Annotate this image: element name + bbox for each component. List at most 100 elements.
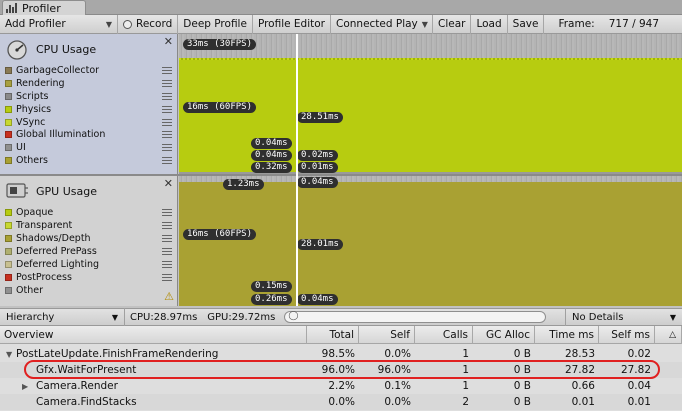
legend-swatch: [5, 118, 12, 126]
connected-player-label: Connected Play: [336, 18, 418, 30]
legend-item-scripts[interactable]: Scripts: [0, 90, 177, 103]
hierarchy-bar: Hierarchy ▼ CPU:28.97ms GPU:29.72ms ◯ No…: [0, 308, 682, 326]
sample-value: 0.04ms: [251, 150, 292, 161]
legend-item-others[interactable]: Others: [0, 154, 177, 167]
connected-player-dropdown[interactable]: Connected Play ▼: [331, 14, 433, 34]
load-button[interactable]: Load: [471, 14, 508, 34]
column-overview[interactable]: Overview: [0, 325, 307, 344]
legend-swatch: [5, 261, 12, 268]
legend-item-global-illumination[interactable]: Global Illumination: [0, 128, 177, 141]
save-button[interactable]: Save: [508, 14, 545, 34]
legend-item-rendering[interactable]: Rendering: [0, 77, 177, 90]
row-name: Gfx.WaitForPresent: [36, 364, 137, 376]
hierarchy-table: Overview Total Self Calls GC Alloc Time …: [0, 325, 682, 411]
details-label: No Details: [572, 311, 624, 323]
load-label: Load: [476, 18, 502, 30]
column-self[interactable]: Self: [359, 325, 415, 344]
legend-swatch: [5, 105, 12, 113]
legend-label: PostProcess: [16, 272, 72, 283]
legend-swatch: [5, 287, 12, 294]
record-toggle[interactable]: Record: [118, 14, 179, 34]
marker-16ms: 16ms (60FPS): [183, 229, 257, 240]
gc-alloc-cell: 0 B: [513, 348, 531, 360]
sample-value: 0.01ms: [297, 162, 338, 173]
cpu-legend: GarbageCollector Rendering Scripts Physi…: [0, 64, 177, 167]
view-mode-dropdown[interactable]: Hierarchy ▼: [0, 308, 125, 326]
close-icon[interactable]: ✕: [164, 177, 173, 190]
time-ms-cell: 0.01: [571, 396, 595, 408]
row-name: PostLateUpdate.FinishFrameRendering: [16, 348, 219, 360]
menu-icon: [162, 261, 172, 268]
profile-editor-toggle[interactable]: Profile Editor: [253, 14, 331, 34]
window-titlebar: Profiler: [0, 0, 682, 15]
table-row[interactable]: Gfx.WaitForPresent 96.0% 96.0% 1 0 B 27.…: [0, 362, 682, 378]
column-time-ms[interactable]: Time ms: [535, 325, 599, 344]
deep-profile-toggle[interactable]: Deep Profile: [178, 14, 253, 34]
cpu-usage-graph[interactable]: 33ms (30FPS) 16ms (60FPS) 28.51ms 0.04ms…: [179, 34, 682, 174]
legend-item-garbage-collector[interactable]: GarbageCollector: [0, 64, 177, 77]
total-cell: 98.5%: [321, 348, 355, 360]
legend-swatch: [5, 131, 12, 139]
sample-value: 0.15ms: [251, 281, 292, 292]
self-cell: 0.1%: [384, 380, 411, 392]
column-gc-alloc[interactable]: GC Alloc: [473, 325, 535, 344]
clear-button[interactable]: Clear: [433, 14, 472, 34]
search-field[interactable]: ◯: [284, 311, 547, 323]
legend-label: Transparent: [16, 220, 73, 231]
column-calls[interactable]: Calls: [415, 325, 473, 344]
sample-value: 0.04ms: [251, 138, 292, 149]
legend-item-vsync[interactable]: VSync: [0, 116, 177, 129]
menu-icon: [162, 248, 172, 255]
time-ms-cell: 28.53: [564, 348, 595, 360]
selected-frame-cursor[interactable]: [296, 34, 298, 306]
table-row[interactable]: Camera.FindStacks 0.0% 0.0% 2 0 B 0.01 0…: [0, 394, 682, 410]
legend-swatch: [5, 157, 12, 165]
graph-edge: [179, 58, 682, 60]
cpu-usage-module[interactable]: ✕ CPU Usage GarbageCollector Rendering S…: [0, 34, 178, 174]
gpu-time: GPU:29.72ms: [207, 311, 276, 323]
total-cell: 2.2%: [328, 380, 355, 392]
legend-item-physics[interactable]: Physics: [0, 103, 177, 116]
legend-item-transparent[interactable]: Transparent: [0, 219, 177, 232]
gpu-usage-module[interactable]: ✕ GPU Usage Opaque Transparent Shadows/D…: [0, 176, 178, 306]
sort-warning-icon[interactable]: △: [655, 325, 682, 344]
gpu-legend: Opaque Transparent Shadows/Depth Deferre…: [0, 206, 177, 297]
menu-icon: [162, 92, 172, 100]
time-ms-cell: 0.66: [571, 380, 595, 392]
warning-icon[interactable]: ⚠: [164, 290, 174, 303]
gpu-usage-title: GPU Usage: [36, 184, 97, 198]
calls-cell: 1: [462, 380, 469, 392]
legend-item-ui[interactable]: UI: [0, 141, 177, 154]
speedometer-icon: [7, 40, 27, 60]
legend-item-deferred-lighting[interactable]: Deferred Lighting: [0, 258, 177, 271]
self-cell: 96.0%: [377, 364, 411, 376]
close-icon[interactable]: ✕: [164, 35, 173, 48]
table-row[interactable]: ▼ PostLateUpdate.FinishFrameRendering 98.…: [0, 346, 682, 362]
legend-item-deferred-prepass[interactable]: Deferred PrePass: [0, 245, 177, 258]
legend-label: Deferred PrePass: [16, 246, 97, 257]
tab-profiler[interactable]: Profiler: [2, 0, 86, 15]
legend-item-other[interactable]: Other: [0, 284, 177, 297]
sample-value: 0.32ms: [251, 162, 292, 173]
legend-item-postprocess[interactable]: PostProcess: [0, 271, 177, 284]
expand-right-icon[interactable]: ▶: [22, 382, 32, 391]
gpu-usage-graph[interactable]: 1.23ms 0.04ms 16ms (60FPS) 28.01ms 0.15m…: [179, 176, 682, 306]
table-row[interactable]: ▶ Camera.Render 2.2% 0.1% 1 0 B 0.66 0.04: [0, 378, 682, 394]
legend-swatch: [5, 92, 12, 100]
legend-swatch: [5, 79, 12, 87]
add-profiler-dropdown[interactable]: Add Profiler ▼: [0, 14, 118, 34]
menu-icon: [162, 144, 172, 152]
sample-value: 0.04ms: [297, 177, 338, 188]
details-dropdown[interactable]: No Details ▼: [565, 308, 682, 326]
column-total[interactable]: Total: [307, 325, 359, 344]
legend-label: Physics: [16, 103, 52, 115]
legend-label: Global Illumination: [16, 129, 106, 141]
legend-item-opaque[interactable]: Opaque: [0, 206, 177, 219]
legend-label: Other: [16, 285, 43, 296]
legend-item-shadows-depth[interactable]: Shadows/Depth: [0, 232, 177, 245]
legend-swatch: [5, 209, 12, 216]
expand-down-icon[interactable]: ▼: [6, 350, 16, 359]
row-name-cell: ▶ Camera.Render: [0, 380, 307, 392]
legend-swatch: [5, 274, 12, 281]
column-self-ms[interactable]: Self ms: [599, 325, 655, 344]
